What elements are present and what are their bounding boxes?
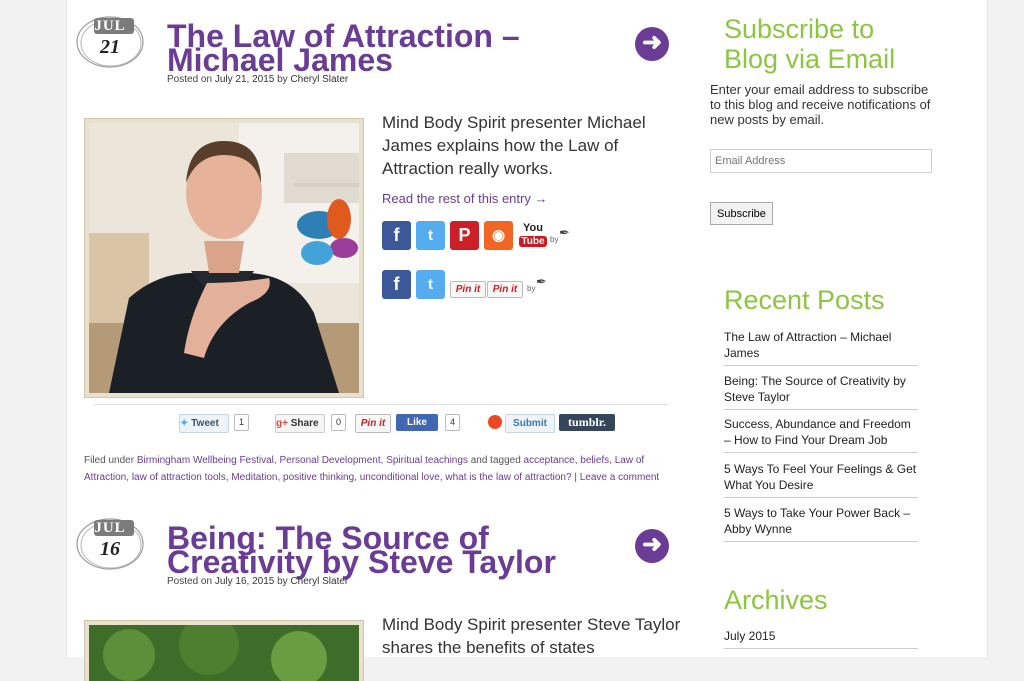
post-excerpt: Mind Body Spirit presenter Steve Taylor … xyxy=(382,615,681,657)
post-meta: Posted on July 21, 2015 by Cheryl Slater xyxy=(167,74,349,85)
social-by-label: by xyxy=(550,235,559,244)
arrow-right-icon[interactable]: ➜ xyxy=(635,529,669,563)
tag-link[interactable]: positive thinking xyxy=(283,472,354,483)
post-date-link[interactable]: July 21, 2015 xyxy=(215,74,275,85)
recent-post-link[interactable]: Success, Abundance and Freedom – How to … xyxy=(724,416,918,453)
stumbleupon-icon[interactable] xyxy=(488,415,502,429)
archive-link[interactable]: July 2015 xyxy=(724,628,918,649)
subscribe-button[interactable]: Subscribe xyxy=(710,202,773,225)
archives-title: Archives xyxy=(724,585,828,615)
post-title[interactable]: The Law of Attraction – Michael James xyxy=(167,20,607,76)
post-title-line2[interactable]: Creativity by Steve Taylor xyxy=(167,544,556,580)
post-title[interactable]: Being: The Source of Creativity by Steve… xyxy=(167,522,627,578)
subscribe-title: Subscribe to Blog via Email xyxy=(724,14,896,74)
tag-link[interactable]: what is the law of attraction? xyxy=(445,472,571,483)
recent-posts-title: Recent Posts xyxy=(724,285,885,315)
category-link[interactable]: Personal Development xyxy=(279,455,380,466)
post-month: JUL xyxy=(94,520,126,536)
post-author-link[interactable]: Cheryl Slater xyxy=(290,576,348,587)
facebook-like-button[interactable]: Like xyxy=(396,414,438,431)
category-link[interactable]: Spiritual teachings xyxy=(386,455,468,466)
twitter-icon[interactable]: t xyxy=(416,221,445,250)
share-divider xyxy=(94,404,668,405)
post-day: 16 xyxy=(100,538,120,560)
post-meta: Posted on July 16, 2015 by Cheryl Slater xyxy=(167,576,349,587)
pinit-button[interactable]: Pin it xyxy=(487,281,523,298)
post-taxonomy: Filed under Birmingham Wellbeing Festiva… xyxy=(84,455,660,483)
recent-post-link[interactable]: The Law of Attraction – Michael James xyxy=(724,329,918,366)
tag-link[interactable]: beliefs xyxy=(580,455,609,466)
post-day: 21 xyxy=(100,36,120,58)
rss-icon[interactable]: ◉ xyxy=(484,221,513,250)
date-badge-icon: JUL 21 xyxy=(75,14,145,72)
post-title-line2[interactable]: Michael James xyxy=(167,42,393,78)
arrow-right-icon[interactable]: ➜ xyxy=(635,27,669,61)
category-link[interactable]: Birmingham Wellbeing Festival xyxy=(137,455,274,466)
post-excerpt: Mind Body Spirit presenter Michael James… xyxy=(382,113,646,178)
post-thumbnail[interactable] xyxy=(84,620,364,681)
facebook-like-count: 4 xyxy=(445,414,461,431)
pinterest-icon[interactable]: P xyxy=(450,221,479,250)
gplus-count: 0 xyxy=(331,414,347,431)
feather-icon: ✒ xyxy=(559,225,570,240)
post-author-link[interactable]: Cheryl Slater xyxy=(290,74,348,85)
post-month: JUL xyxy=(94,18,126,34)
pinit-share-button[interactable]: Pin it xyxy=(355,414,391,433)
post-date-link[interactable]: July 16, 2015 xyxy=(215,576,275,587)
tag-link[interactable]: Meditation xyxy=(231,472,277,483)
tag-link[interactable]: law of attraction tools xyxy=(132,472,226,483)
feather-icon: ✒ xyxy=(536,274,547,289)
stumbleupon-submit-button[interactable]: Submit xyxy=(505,414,555,433)
tag-link[interactable]: unconditional love xyxy=(360,472,440,483)
recent-post-link[interactable]: 5 Ways To Feel Your Feelings & Get What … xyxy=(724,461,918,498)
tweet-count: 1 xyxy=(234,414,250,431)
post-thumbnail[interactable] xyxy=(84,118,364,398)
youtube-icon[interactable]: You Tube xyxy=(519,221,547,247)
twitter-icon[interactable]: t xyxy=(416,270,445,299)
recent-post-link[interactable]: 5 Ways to Take Your Power Back – Abby Wy… xyxy=(724,505,918,542)
read-more-link[interactable]: Read the rest of this entry → xyxy=(382,191,547,206)
facebook-icon[interactable]: f xyxy=(382,221,411,250)
tumblr-button[interactable]: tumblr. xyxy=(559,414,615,431)
page-content: JUL 21 The Law of Attraction – Michael J… xyxy=(66,0,988,681)
gplus-share-button[interactable]: g+ Share xyxy=(275,414,325,433)
subscribe-description: Enter your email address to subscribe to… xyxy=(710,82,931,127)
facebook-icon[interactable]: f xyxy=(382,270,411,299)
recent-post-link[interactable]: Being: The Source of Creativity by Steve… xyxy=(724,373,918,410)
tweet-button[interactable]: ✦ Tweet xyxy=(179,414,229,433)
date-badge-icon: JUL 16 xyxy=(75,516,145,574)
email-field[interactable] xyxy=(710,149,932,173)
twitter-icon: ✦ xyxy=(180,418,189,429)
leave-comment-link[interactable]: Leave a comment xyxy=(580,472,660,483)
social-by-label: by xyxy=(527,284,536,293)
pinit-button[interactable]: Pin it xyxy=(450,281,486,298)
tag-link[interactable]: acceptance xyxy=(524,455,575,466)
